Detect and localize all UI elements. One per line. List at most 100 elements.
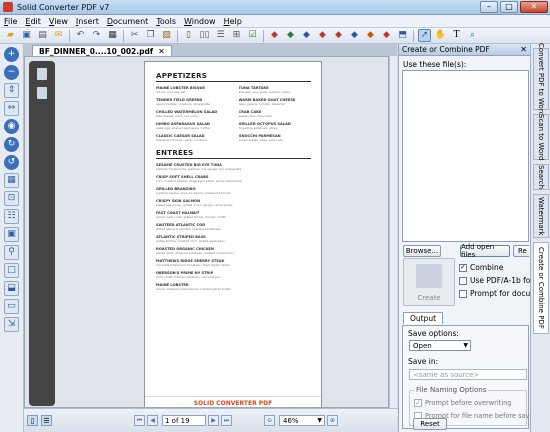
appetizers-left-column: MAINE LOBSTER BISQUE dill oil, cold sea s… [156,86,229,146]
list-item: CLASSIC CAESAR SALAD hearts of romaine, g… [156,134,229,142]
document-tab[interactable]: BF_DINNER_0....10_002.pdf ✕ [32,45,172,56]
paste-icon[interactable]: ▨ [160,29,173,42]
zoom-icon[interactable]: ⌕ [466,29,479,42]
hand-icon[interactable]: ✋ [434,29,447,42]
prev-page-icon[interactable]: ◀ [147,415,158,426]
fit-width-icon[interactable]: ⇔ [4,101,19,116]
convert-excel-icon[interactable]: ◆ [284,29,297,42]
dish-description: summer beans, olive oil, lemon, preserve… [156,191,231,195]
open-icon[interactable]: ▰ [4,29,17,42]
add-open-files-button[interactable]: Add open files [460,243,510,259]
text-tool-icon[interactable]: T [450,29,463,42]
combine-checkbox-row[interactable]: ✓ Combine [459,263,503,272]
tab-search[interactable]: Search [533,164,549,190]
zoom-in-icon[interactable]: + [4,47,19,62]
minimize-button[interactable]: – [480,1,498,13]
tables-icon[interactable]: ▦ [4,173,19,188]
zoom-out-icon[interactable]: − [4,65,19,80]
menu-tools[interactable]: Tools [152,17,180,26]
close-button[interactable]: ✕ [520,1,548,13]
tab-output[interactable]: Output [403,312,444,324]
pdfa-checkbox[interactable] [459,276,467,285]
tab-watermark[interactable]: Watermark [533,194,549,238]
menu-help[interactable]: Help [220,17,246,26]
toolbar-separator [177,29,178,42]
last-page-icon[interactable]: ⏭ [221,415,232,426]
convert-html-icon[interactable]: ◆ [300,29,313,42]
create-button[interactable]: Create [403,258,455,306]
menu-view[interactable]: View [45,17,72,26]
convert-image-icon[interactable]: ◆ [332,29,345,42]
page-icon[interactable]: ▭ [4,299,19,314]
rotate-icon[interactable]: ↻ [4,137,19,152]
zoom-out-small-icon[interactable]: ⊖ [264,415,275,426]
document-canvas[interactable]: APPETIZERS MAINE LOBSTER BISQUE dill oil,… [24,56,389,408]
undo-icon[interactable]: ↶ [74,29,87,42]
prompt-overwrite-checkbox[interactable]: ✓ [414,399,422,407]
close-icon[interactable]: ✕ [520,45,530,54]
email-icon[interactable]: ✉ [52,29,65,42]
extract-icon[interactable]: ⬒ [396,29,409,42]
menu-insert[interactable]: Insert [72,17,103,26]
prompt-checkbox[interactable] [459,289,467,298]
forms-icon[interactable]: ☷ [4,209,19,224]
convert-text-icon[interactable]: ◆ [316,29,329,42]
copy-icon[interactable]: ❐ [144,29,157,42]
check-icon[interactable]: ☑ [246,29,259,42]
save-icon[interactable]: ▣ [20,29,33,42]
convert-powerpoint-icon[interactable]: ◆ [364,29,377,42]
menu-document[interactable]: Document [103,17,152,26]
dish-description: lemon whipped mascarpone, roasted garlic… [156,287,232,291]
convert-pdfa-icon[interactable]: ◆ [348,29,361,42]
cut-icon[interactable]: ✂ [128,29,141,42]
two-page-icon[interactable]: ▯▯ [198,29,211,42]
convert-xml-icon[interactable]: ◆ [380,29,393,42]
scan-icon[interactable]: ▦ [106,29,119,42]
tab-scan-to-word[interactable]: Scan to Word [533,114,549,160]
tab-convert-pdf-to-word[interactable]: Convert PDF to Word [533,43,549,116]
menu-window[interactable]: Window [180,17,220,26]
combine-checkbox[interactable]: ✓ [459,263,467,272]
continuous-view-icon[interactable]: ☰ [41,415,52,426]
convert-word-icon[interactable]: ◆ [268,29,281,42]
file-list[interactable] [402,70,529,242]
select-icon[interactable]: ➚ [418,29,431,42]
save-options-select[interactable]: Open ▼ [409,340,471,351]
zoom-select[interactable]: 46% ▼ [279,415,325,426]
pdf-page: APPETIZERS MAINE LOBSTER BISQUE dill oil,… [144,61,322,407]
view-icon[interactable]: ◉ [4,119,19,134]
single-page-icon[interactable]: ▯ [182,29,195,42]
vertical-scrollbar[interactable] [389,56,397,408]
tab-create-or-combine-pdf[interactable]: Create or Combine PDF [533,242,549,334]
reset-list-button[interactable]: Re [513,245,529,257]
maximize-button[interactable]: □ [500,1,518,13]
stamp-icon[interactable]: ⬓ [4,281,19,296]
link-icon[interactable]: ⚲ [4,245,19,260]
menu-edit[interactable]: Edit [21,17,45,26]
single-view-icon[interactable]: ▯ [27,415,38,426]
browse-button[interactable]: Browse... [403,245,441,257]
prompt-overwrite-row[interactable]: ✓ Prompt before overwriting [414,399,512,407]
rotate-left-icon[interactable]: ↺ [4,155,19,170]
menu-file[interactable]: File [0,17,21,26]
shape-icon[interactable]: □ [4,263,19,278]
redo-icon[interactable]: ↷ [90,29,103,42]
bookmarks-icon[interactable] [37,87,47,99]
extract-icon[interactable]: ⇲ [4,317,19,332]
continuous-icon[interactable]: ☰ [214,29,227,42]
image-icon[interactable]: ▣ [4,227,19,242]
next-page-icon[interactable]: ▶ [208,415,219,426]
zoom-in-small-icon[interactable]: ⊕ [327,415,338,426]
save-in-field[interactable]: <same as source> [409,369,527,380]
fit-icon[interactable]: ⊞ [230,29,243,42]
ocr-icon[interactable]: ⊡ [4,191,19,206]
pages-icon[interactable] [37,68,47,80]
print-icon[interactable]: ▤ [36,29,49,42]
close-icon[interactable]: ✕ [158,47,165,56]
page-number-field[interactable]: 1 of 19 [162,415,206,426]
fit-height-icon[interactable]: ⇕ [4,83,19,98]
zoom-value: 46% [283,416,299,425]
dish-description: petite shrimp, roasted corn, grilled asp… [156,239,225,243]
reset-button[interactable]: Reset [413,418,447,430]
first-page-icon[interactable]: ⏮ [134,415,145,426]
